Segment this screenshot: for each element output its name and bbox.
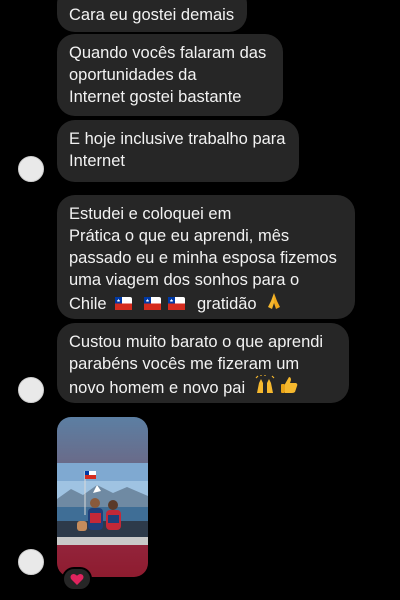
chile-flag-icon xyxy=(168,297,186,310)
message-text: Internet gostei bastante xyxy=(69,88,242,106)
message-text: Chile xyxy=(69,295,107,313)
message-bubble[interactable]: Cara eu gostei demais xyxy=(57,0,247,32)
message-text: Estudei e coloquei em xyxy=(69,205,232,223)
message-text: uma viagem dos sonhos para o xyxy=(69,271,300,289)
sender-avatar[interactable] xyxy=(18,549,44,575)
message-text-last-line: novo homem e novo pai xyxy=(69,375,337,399)
message-text: Prática o que eu aprendi, mês xyxy=(69,227,290,245)
message-text: oportunidades da xyxy=(69,66,197,84)
message-text: E hoje inclusive trabalho para xyxy=(69,130,286,148)
message-text: passado eu e minha esposa fizemos xyxy=(69,249,337,267)
message-bubble[interactable]: Custou muito barato o que aprendi parabé… xyxy=(57,323,349,403)
folded-hands-icon xyxy=(268,293,281,309)
photo-couple-boat-icon xyxy=(57,463,148,545)
message-text: gratidão xyxy=(196,295,257,313)
chat-thread: Cara eu gostei demais Quando vocês falar… xyxy=(0,0,400,600)
message-text: Quando vocês falaram das xyxy=(69,44,267,62)
message-text: parabéns vocês me fizeram um xyxy=(69,355,300,373)
sender-avatar[interactable] xyxy=(18,156,44,182)
message-text-last-line: Chile gratidão xyxy=(69,291,343,315)
message-bubble[interactable]: E hoje inclusive trabalho para Internet xyxy=(57,120,299,182)
sender-avatar[interactable] xyxy=(18,377,44,403)
photo-message[interactable] xyxy=(57,417,148,577)
message-bubble[interactable]: Estudei e coloquei em Prática o que eu a… xyxy=(57,195,355,319)
message-text: Custou muito barato o que aprendi xyxy=(69,333,324,351)
message-text: novo homem e novo pai xyxy=(69,379,246,397)
chile-flag-icon xyxy=(115,297,133,310)
red-heart-icon xyxy=(70,573,84,585)
thumbs-up-icon xyxy=(281,377,298,393)
message-text: Cara eu gostei demais xyxy=(69,6,235,24)
reaction-badge[interactable] xyxy=(62,567,92,591)
raising-hands-icon xyxy=(255,375,275,393)
message-text: Internet xyxy=(69,152,125,170)
chile-flag-icon xyxy=(143,297,161,310)
message-bubble[interactable]: Quando vocês falaram das oportunidades d… xyxy=(57,34,283,116)
